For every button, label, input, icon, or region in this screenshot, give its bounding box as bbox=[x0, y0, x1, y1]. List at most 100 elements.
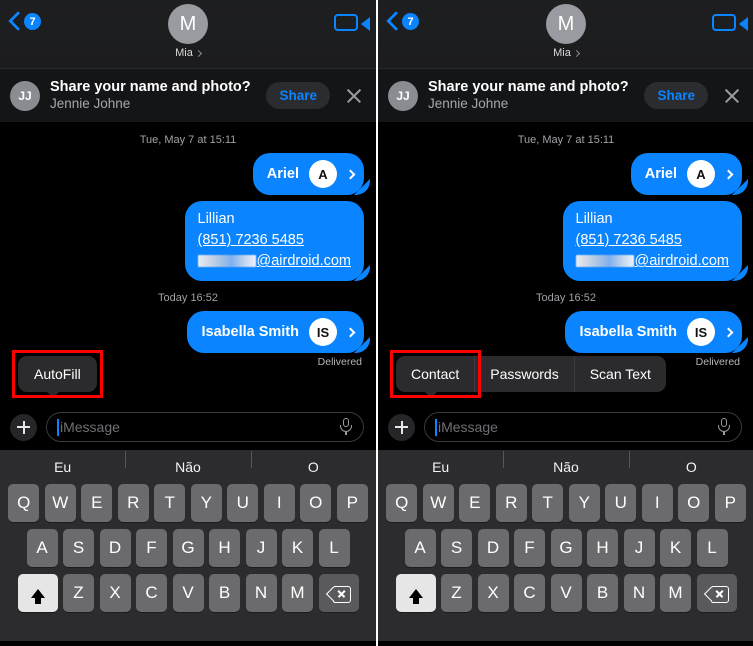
message-input-bar: iMessage bbox=[378, 404, 753, 450]
contact-header[interactable]: M Mia bbox=[0, 4, 376, 59]
key-d[interactable]: D bbox=[99, 529, 131, 567]
key-u[interactable]: U bbox=[605, 484, 637, 522]
key-q[interactable]: Q bbox=[386, 484, 418, 522]
menu-item-contact[interactable]: Contact bbox=[396, 356, 476, 392]
redaction-bar bbox=[197, 255, 256, 268]
key-w[interactable]: W bbox=[422, 484, 454, 522]
share-button[interactable]: Share bbox=[266, 82, 330, 109]
key-o[interactable]: O bbox=[300, 484, 332, 522]
text-cursor bbox=[435, 418, 437, 436]
key-z[interactable]: Z bbox=[441, 574, 472, 612]
contact-info-phone[interactable]: (851) 7236 5485 bbox=[198, 230, 352, 251]
key-n[interactable]: N bbox=[245, 574, 277, 612]
key-j[interactable]: J bbox=[245, 529, 277, 567]
key-x[interactable]: X bbox=[99, 574, 131, 612]
message-row-ariel: Ariel A bbox=[390, 153, 742, 195]
key-e[interactable]: E bbox=[81, 484, 113, 522]
message-input[interactable]: iMessage bbox=[424, 412, 742, 442]
contact-info-phone[interactable]: (851) 7236 5485 bbox=[576, 230, 730, 251]
suggestion-1[interactable]: Não bbox=[503, 451, 628, 475]
key-a[interactable]: A bbox=[404, 529, 436, 567]
key-y[interactable]: Y bbox=[190, 484, 222, 522]
key-i[interactable]: I bbox=[263, 484, 295, 522]
suggestion-2[interactable]: O bbox=[250, 451, 376, 475]
key-x[interactable]: X bbox=[477, 574, 509, 612]
contact-card-bubble[interactable]: Isabella Smith IS bbox=[187, 311, 364, 354]
key-w[interactable]: W bbox=[44, 484, 76, 522]
contact-card-bubble[interactable]: Ariel A bbox=[630, 153, 742, 195]
key-l[interactable]: L bbox=[318, 529, 350, 567]
keyboard: Eu Não O Q W E R T Y U I O P A S D F G H… bbox=[378, 450, 753, 641]
microphone-icon[interactable] bbox=[717, 418, 731, 436]
backspace-key[interactable] bbox=[318, 574, 359, 612]
key-r[interactable]: R bbox=[117, 484, 149, 522]
key-b[interactable]: B bbox=[587, 574, 618, 612]
backspace-key[interactable] bbox=[696, 574, 737, 612]
key-f[interactable]: F bbox=[514, 529, 545, 567]
close-icon[interactable] bbox=[722, 86, 742, 106]
key-h[interactable]: H bbox=[209, 529, 240, 567]
plus-icon[interactable] bbox=[388, 413, 415, 441]
shift-key[interactable] bbox=[395, 574, 436, 612]
close-icon[interactable] bbox=[344, 86, 364, 106]
key-s[interactable]: S bbox=[441, 529, 472, 567]
contact-info-email[interactable]: @airdroid.com bbox=[197, 251, 351, 272]
dual-panel-screenshot: 7 M Mia JJ Share your name and photo? Je… bbox=[0, 0, 753, 646]
suggestion-0[interactable]: Eu bbox=[378, 459, 503, 475]
keyboard-row-2: A S D F G H J K L bbox=[378, 529, 753, 567]
key-i[interactable]: I bbox=[641, 484, 673, 522]
key-k[interactable]: K bbox=[660, 529, 691, 567]
key-q[interactable]: Q bbox=[8, 484, 40, 522]
key-g[interactable]: G bbox=[550, 529, 582, 567]
key-u[interactable]: U bbox=[227, 484, 259, 522]
key-n[interactable]: N bbox=[623, 574, 655, 612]
key-f[interactable]: F bbox=[136, 529, 167, 567]
message-input[interactable]: iMessage bbox=[46, 412, 364, 442]
key-a[interactable]: A bbox=[26, 529, 58, 567]
key-v[interactable]: V bbox=[550, 574, 582, 612]
microphone-icon[interactable] bbox=[339, 418, 353, 436]
contact-info-email[interactable]: @airdroid.com bbox=[575, 251, 729, 272]
key-l[interactable]: L bbox=[696, 529, 728, 567]
share-button[interactable]: Share bbox=[644, 82, 708, 109]
key-c[interactable]: C bbox=[514, 574, 545, 612]
key-h[interactable]: H bbox=[587, 529, 618, 567]
key-o[interactable]: O bbox=[678, 484, 710, 522]
key-e[interactable]: E bbox=[459, 484, 491, 522]
banner-title: Share your name and photo? bbox=[50, 79, 251, 95]
suggestion-0[interactable]: Eu bbox=[0, 459, 125, 475]
right-panel: 7 M Mia JJ Share your name and photo? Je… bbox=[378, 0, 753, 646]
key-g[interactable]: G bbox=[172, 529, 204, 567]
key-v[interactable]: V bbox=[172, 574, 204, 612]
share-name-banner: JJ Share your name and photo? Jennie Joh… bbox=[378, 68, 753, 122]
suggestion-1[interactable]: Não bbox=[125, 451, 250, 475]
suggestion-2[interactable]: O bbox=[628, 451, 753, 475]
contact-info-bubble[interactable]: Lillian (851) 7236 5485 @airdroid.com bbox=[562, 201, 742, 282]
contact-info-bubble[interactable]: Lillian (851) 7236 5485 @airdroid.com bbox=[184, 201, 364, 282]
key-c[interactable]: C bbox=[136, 574, 167, 612]
key-t[interactable]: T bbox=[532, 484, 564, 522]
key-m[interactable]: M bbox=[282, 574, 313, 612]
key-k[interactable]: K bbox=[282, 529, 313, 567]
facetime-button[interactable] bbox=[334, 14, 370, 31]
shift-key[interactable] bbox=[17, 574, 58, 612]
key-p[interactable]: P bbox=[714, 484, 746, 522]
contact-card-bubble[interactable]: Isabella Smith IS bbox=[565, 311, 742, 354]
key-d[interactable]: D bbox=[477, 529, 509, 567]
key-t[interactable]: T bbox=[154, 484, 186, 522]
key-s[interactable]: S bbox=[63, 529, 94, 567]
key-m[interactable]: M bbox=[660, 574, 691, 612]
facetime-button[interactable] bbox=[712, 14, 748, 31]
key-p[interactable]: P bbox=[336, 484, 368, 522]
key-b[interactable]: B bbox=[209, 574, 240, 612]
key-z[interactable]: Z bbox=[63, 574, 94, 612]
menu-item-scan-text[interactable]: Scan Text bbox=[575, 356, 666, 392]
key-y[interactable]: Y bbox=[568, 484, 600, 522]
plus-icon[interactable] bbox=[10, 413, 37, 441]
contact-header[interactable]: M Mia bbox=[378, 4, 753, 59]
key-r[interactable]: R bbox=[495, 484, 527, 522]
key-j[interactable]: J bbox=[623, 529, 655, 567]
menu-item-passwords[interactable]: Passwords bbox=[475, 356, 575, 392]
contact-card-bubble[interactable]: Ariel A bbox=[252, 153, 364, 195]
autofill-menu-item[interactable]: AutoFill bbox=[18, 356, 97, 392]
